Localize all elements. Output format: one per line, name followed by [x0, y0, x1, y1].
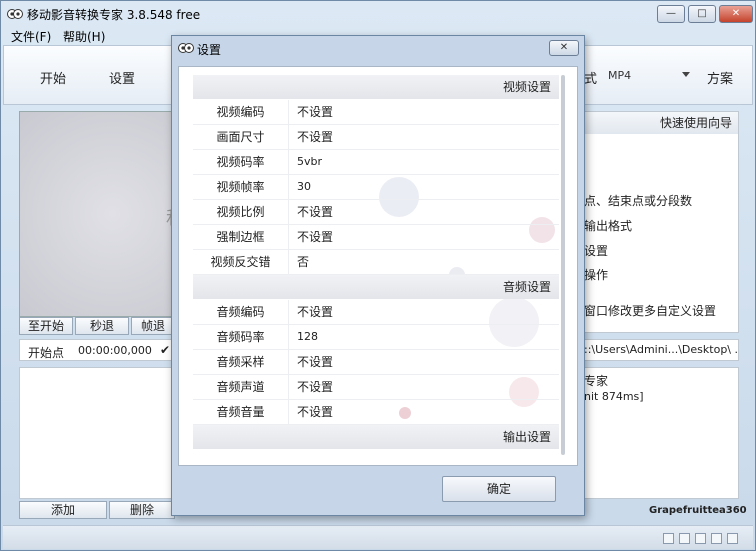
setting-label: 强制边框: [193, 225, 289, 249]
output-path-field[interactable]: ::\Users\Admini...\Desktop\ ...: [579, 339, 739, 361]
title-bar: 移动影音转换专家 3.8.548 free — □ ✕: [1, 1, 755, 27]
setting-label: 音频声道: [193, 375, 289, 399]
setting-value[interactable]: 128: [297, 325, 318, 349]
back-frame-button[interactable]: 帧退: [131, 317, 175, 335]
guide-line: 操作: [584, 268, 609, 282]
setting-value[interactable]: 不设置: [297, 400, 333, 424]
setting-label: 视频比例: [193, 200, 289, 224]
setting-value[interactable]: 不设置: [297, 200, 333, 224]
status-indicator: [695, 533, 706, 544]
dialog-title-bar: 设置 ✕: [172, 36, 584, 60]
setting-row-volume[interactable]: 音频音量 不设置: [193, 400, 559, 425]
setting-label: 视频编码: [193, 100, 289, 124]
setting-row-sample-rate[interactable]: 音频采样 不设置: [193, 350, 559, 375]
section-header-output: 输出设置: [193, 425, 559, 449]
dialog-title: 设置: [197, 43, 222, 57]
setting-label: 音频采样: [193, 350, 289, 374]
startpoint-row: 开始点 00:00:00,000 ✔: [19, 339, 175, 361]
setting-row-channels[interactable]: 音频声道 不设置: [193, 375, 559, 400]
setting-row-frame-size[interactable]: 画面尺寸 不设置: [193, 125, 559, 150]
setting-label: 视频帧率: [193, 175, 289, 199]
setting-row-video-bitrate[interactable]: 视频码率 5vbr: [193, 150, 559, 175]
setting-row-video-codec[interactable]: 视频编码 不设置: [193, 100, 559, 125]
setting-value[interactable]: 否: [297, 250, 309, 274]
format-label: 式: [584, 72, 598, 87]
app-logo-icon: [178, 43, 194, 53]
log-line: nit 874ms]: [584, 390, 644, 403]
start-button[interactable]: 开始: [40, 68, 66, 87]
status-indicator: [663, 533, 674, 544]
scheme-button[interactable]: 方案: [707, 68, 733, 87]
setting-row-force-border[interactable]: 强制边框 不设置: [193, 225, 559, 250]
guide-panel: 快速使用向导 点、结束点或分段数 输出格式 设置 操作 窗口修改更多自定义设置: [579, 111, 739, 333]
setting-value[interactable]: 不设置: [297, 100, 333, 124]
close-button[interactable]: ✕: [719, 5, 753, 23]
setting-label: 视频反交错: [193, 250, 289, 274]
menu-file[interactable]: 文件(F): [11, 28, 51, 45]
setting-value[interactable]: 不设置: [297, 300, 333, 324]
setting-row-frame-rate[interactable]: 视频帧率 30: [193, 175, 559, 200]
setting-label: 视频码率: [193, 150, 289, 174]
status-indicator: [727, 533, 738, 544]
startpoint-time: 00:00:00,000: [78, 344, 152, 357]
section-header-audio: 音频设置: [193, 275, 559, 299]
guide-header[interactable]: 快速使用向导: [580, 112, 738, 134]
back-seconds-button[interactable]: 秒退: [75, 317, 129, 335]
guide-line: 设置: [584, 244, 609, 258]
setting-value[interactable]: 5vbr: [297, 150, 322, 174]
setting-value[interactable]: 30: [297, 175, 311, 199]
status-indicator: [679, 533, 690, 544]
settings-list: 视频设置 视频编码 不设置 画面尺寸 不设置 视频码率 5vbr 视频帧率 30…: [193, 75, 559, 453]
setting-label: 音频码率: [193, 325, 289, 349]
settings-button[interactable]: 设置: [109, 68, 135, 87]
menu-help[interactable]: 帮助(H): [63, 28, 105, 45]
setting-row-audio-bitrate[interactable]: 音频码率 128: [193, 325, 559, 350]
maximize-button[interactable]: □: [688, 5, 716, 23]
setting-value[interactable]: 不设置: [297, 225, 333, 249]
guide-line: 输出格式: [584, 219, 633, 233]
guide-line: 点、结束点或分段数: [584, 194, 693, 208]
setting-row-deinterlace[interactable]: 视频反交错 否: [193, 250, 559, 275]
to-start-button[interactable]: 至开始: [19, 317, 73, 335]
check-icon[interactable]: ✔: [160, 343, 170, 357]
log-panel: 专家 nit 874ms]: [579, 367, 739, 499]
file-list[interactable]: [19, 367, 175, 499]
guide-line: 窗口修改更多自定义设置: [584, 304, 717, 318]
ok-button[interactable]: 确定: [442, 476, 556, 502]
setting-value[interactable]: 不设置: [297, 375, 333, 399]
log-line: 专家: [584, 374, 609, 388]
dialog-body: 视频设置 视频编码 不设置 画面尺寸 不设置 视频码率 5vbr 视频帧率 30…: [178, 66, 578, 466]
add-file-button[interactable]: 添加: [19, 501, 107, 519]
setting-label: 音频音量: [193, 400, 289, 424]
status-bar: [3, 525, 753, 549]
startpoint-label: 开始点: [28, 346, 65, 360]
chevron-down-icon[interactable]: [682, 72, 690, 77]
section-header-video: 视频设置: [193, 75, 559, 99]
setting-label: 音频编码: [193, 300, 289, 324]
minimize-button[interactable]: —: [657, 5, 685, 23]
setting-row-audio-codec[interactable]: 音频编码 不设置: [193, 300, 559, 325]
setting-row-aspect-ratio[interactable]: 视频比例 不设置: [193, 200, 559, 225]
settings-dialog: 设置 ✕ 视频设置 视频编码 不设置 画面尺寸 不设置 视频码率 5vbr 视频…: [171, 35, 585, 516]
app-title: 移动影音转换专家 3.8.548 free: [27, 8, 201, 22]
setting-label: 画面尺寸: [193, 125, 289, 149]
setting-value[interactable]: 不设置: [297, 125, 333, 149]
status-indicator: [711, 533, 722, 544]
brand-label: Grapefruittea360: [649, 505, 747, 516]
video-preview: 和: [19, 111, 184, 317]
setting-value[interactable]: 不设置: [297, 350, 333, 374]
settings-scrollbar[interactable]: [561, 75, 565, 455]
dialog-close-button[interactable]: ✕: [549, 40, 579, 56]
app-logo-icon: [7, 9, 23, 19]
delete-file-button[interactable]: 删除: [109, 501, 175, 519]
